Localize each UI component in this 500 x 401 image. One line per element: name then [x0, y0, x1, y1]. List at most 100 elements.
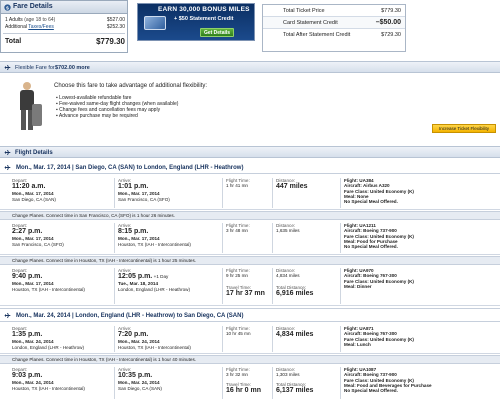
flight-segment: Depart: 9:40 p.m. Mon., Mar. 17, 2014 Ho…	[0, 266, 500, 306]
distance: 447 miles	[276, 183, 308, 191]
flexible-bullet-list: ▪ Lowest-available refundable fare ▪ Fee…	[56, 95, 178, 120]
arrive-city: San Diego, CA (SAN)	[118, 385, 162, 391]
promo-subline: + $50 Statement Credit	[174, 16, 234, 22]
divider	[3, 33, 125, 34]
flight-time: 9 hr 25 mn	[226, 273, 248, 279]
plane-icon	[4, 149, 11, 156]
depart-time: 11:20 a.m.	[12, 183, 46, 191]
flight-details-title: Flight Details	[15, 150, 53, 156]
flexible-fare-price: $702.00 more	[55, 65, 90, 71]
total-label: Total Ticket Price	[283, 8, 325, 14]
connection-text: Change Planes. Connect time in San Franc…	[12, 213, 175, 218]
credit-label: Card Statement Credit	[283, 20, 338, 26]
arrive-city: London, England (LHR - Heathrow)	[118, 286, 191, 292]
arrive-date: Mon., Mar. 24, 2014	[118, 380, 160, 386]
meal-note: No Special Meal Offered.	[344, 199, 398, 205]
plane-icon	[4, 164, 11, 171]
flexible-fare-panel: Choose this fare to take advantage of ad…	[0, 74, 500, 140]
depart-date: Mon., Mar. 17, 2014	[12, 191, 54, 197]
meal: Meal: Dinner	[344, 283, 372, 289]
flight-segment: Depart: 1:35 p.m. Mon., Mar. 24, 2014 Lo…	[0, 324, 500, 354]
connection-note: Change Planes. Connect time in Houston, …	[0, 355, 500, 364]
trip-header: Mon., Mar. 24, 2014 | London, England (L…	[0, 308, 500, 322]
traveler-illustration	[16, 82, 42, 136]
flexible-intro: Choose this fare to take advantage of ad…	[54, 83, 208, 89]
depart-time: 1:35 p.m.	[12, 331, 43, 339]
flight-time: 3 hr 32 mn	[226, 372, 248, 378]
meal: Meal: Lunch	[344, 341, 371, 347]
fare-row-label: 1 Adults	[5, 17, 23, 23]
depart-time: 9:03 p.m.	[12, 372, 43, 380]
total-distance: 6,137 miles	[276, 386, 314, 394]
fare-details-title: Fare Details	[13, 3, 53, 10]
travel-time: 16 hr 0 mn	[226, 386, 262, 394]
fare-row-value: $527.00	[106, 17, 125, 23]
credit-value: –$50.00	[375, 19, 401, 26]
flight-segment: Depart: 2:27 p.m. Mon., Mar. 17, 2014 Sa…	[0, 221, 500, 255]
promo-headline: EARN 30,000 BONUS MILES	[158, 6, 250, 13]
flight-time: 10 hr 45 mn	[226, 331, 251, 337]
depart-city: London, England (LHR - Heathrow)	[12, 344, 85, 350]
arrive-time: 12:05 p.m.	[118, 273, 153, 281]
statement-credit-row: Card Statement Credit –$50.00	[263, 17, 405, 29]
connection-note: Change Planes. Connect time in Houston, …	[0, 256, 500, 265]
after-credit-value: $729.30	[381, 32, 401, 38]
arrive-time: 10:35 p.m.	[118, 372, 153, 380]
taxes-fees-link[interactable]: Taxes/Fees	[28, 24, 54, 30]
connection-note: Change Planes. Connect time in San Franc…	[0, 211, 500, 220]
flexible-fare-bar: Flexible Fare for $702.00 more	[0, 61, 500, 73]
arrive-time: 7:20 p.m.	[118, 331, 149, 339]
distance: 4,834 miles	[276, 331, 314, 339]
credit-card-image	[144, 16, 166, 30]
depart-city: San Francisco, CA (SFO)	[12, 241, 64, 247]
totals-panel: Total Ticket Price $779.30 Card Statemen…	[262, 4, 406, 52]
credit-card-promo-banner[interactable]: EARN 30,000 BONUS MILES + $50 Statement …	[137, 3, 255, 41]
fare-row-label: Additional	[5, 24, 27, 30]
flight-details-bar: Flight Details	[0, 146, 500, 158]
flight-time: 3 hr 48 mn	[226, 228, 248, 234]
svg-text:$: $	[6, 5, 9, 11]
arrive-time: 8:15 p.m.	[118, 228, 149, 236]
travel-time: 17 hr 37 mn	[226, 289, 265, 297]
fare-total-row: Total $779.30	[5, 37, 125, 46]
total-distance: 6,916 miles	[276, 289, 314, 297]
fare-total-label: Total	[5, 38, 22, 45]
depart-city: San Diego, CA (SAN)	[12, 196, 56, 202]
dollar-icon: $	[4, 4, 11, 11]
flight-segment: Depart: 11:20 a.m. Mon., Mar. 17, 2014 S…	[0, 176, 500, 210]
plane-icon	[4, 312, 11, 319]
plus-day-label: +1 Day	[153, 274, 169, 280]
total-ticket-price-row: Total Ticket Price $779.30	[263, 5, 405, 17]
fare-row-note: (age 18 to 64)	[24, 17, 56, 23]
fare-row-adults: 1 Adults (age 18 to 64) $527.00	[5, 17, 125, 24]
distance: 4,834 miles	[276, 273, 300, 279]
arrive-time: 1:01 p.m.	[118, 183, 149, 191]
flight-segment: Depart: 9:03 p.m. Mon., Mar. 24, 2014 Ho…	[0, 365, 500, 401]
fare-total-value: $779.30	[96, 37, 125, 46]
depart-city: Houston, TX (IAH - Intercontinental)	[12, 286, 85, 292]
fare-row-taxes: Additional Taxes/Fees $252.30	[5, 24, 125, 31]
arrive-city: Houston, TX (IAH - Intercontinental)	[118, 241, 191, 247]
plane-icon	[4, 64, 11, 71]
connection-text: Change Planes. Connect time in Houston, …	[12, 258, 197, 263]
total-after-credit-row: Total After Statement Credit $729.30	[263, 29, 405, 41]
depart-time: 2:27 p.m.	[12, 228, 43, 236]
fare-details-panel: $ Fare Details 1 Adults (age 18 to 64) $…	[0, 0, 128, 53]
trip-header-text: Mon., Mar. 24, 2014 | London, England (L…	[16, 313, 244, 319]
flexible-fare-prefix: Flexible Fare for	[15, 65, 55, 71]
depart-time: 9:40 p.m.	[12, 273, 43, 281]
get-details-button[interactable]: Get Details	[200, 28, 234, 37]
list-item: ▪ Advance purchase may be required	[56, 113, 138, 119]
fare-details-header: $ Fare Details	[1, 1, 127, 14]
fare-row-value: $252.30	[106, 24, 125, 30]
trip-header-text: Mon., Mar. 17, 2014 | San Diego, CA (SAN…	[16, 165, 244, 171]
total-value: $779.30	[381, 8, 401, 14]
arrive-city: San Francisco, CA (SFO)	[118, 196, 170, 202]
flight-time: 1 hr 41 mn	[226, 183, 248, 189]
distance: 1,635 miles	[276, 228, 300, 234]
distance: 1,303 miles	[276, 372, 300, 378]
meal-note: No Special Meal Offered.	[344, 244, 398, 250]
depart-city: Houston, TX (IAH - Intercontinental)	[12, 385, 85, 391]
increase-flexibility-button[interactable]: Increase Ticket Flexibility	[432, 124, 496, 133]
meal-note: No Special Meal Offered.	[344, 388, 398, 394]
